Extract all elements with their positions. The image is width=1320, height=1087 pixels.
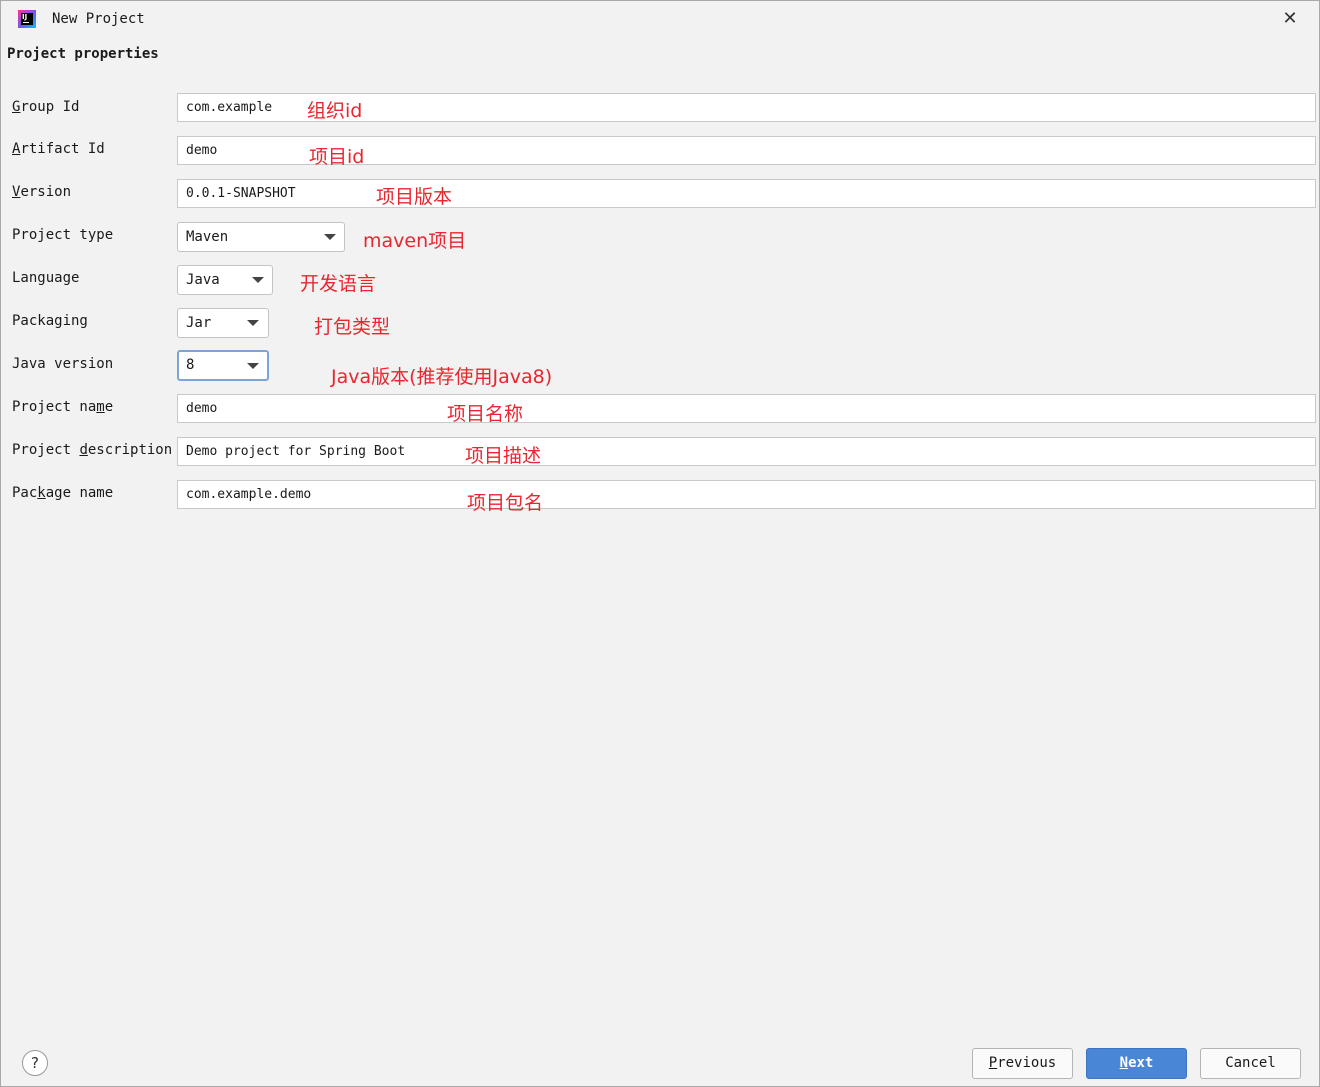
group-id-label: Group Id: [12, 99, 80, 115]
packaging-label: Packaging: [12, 313, 88, 329]
java-version-annotation: Java版本(推荐使用Java8): [331, 366, 553, 388]
project-type-annotation: maven项目: [363, 230, 467, 252]
version-annotation: 项目版本: [376, 186, 453, 208]
package-name-annotation: 项目包名: [467, 492, 544, 514]
next-button[interactable]: Next: [1086, 1048, 1187, 1079]
language-annotation: 开发语言: [300, 273, 377, 295]
project-description-field[interactable]: Demo project for Spring Boot: [177, 437, 1316, 466]
project-name-label: Project name: [12, 399, 114, 415]
group-id-annotation: 组织id: [307, 100, 363, 122]
window-title: New Project: [52, 11, 145, 27]
project-name-annotation: 项目名称: [447, 403, 524, 425]
intellij-idea-icon: IJ: [18, 10, 36, 28]
packaging-annotation: 打包类型: [314, 316, 391, 338]
new-project-dialog: IJ New Project ✕ Project properties Grou…: [0, 0, 1320, 1087]
version-field[interactable]: 0.0.1-SNAPSHOT: [177, 179, 1316, 208]
project-type-value: Maven: [186, 229, 229, 245]
package-name-field[interactable]: com.example.demo: [177, 480, 1316, 509]
packaging-value: Jar: [186, 315, 212, 331]
chevron-down-icon: [247, 363, 259, 369]
chevron-down-icon: [324, 234, 336, 240]
section-title: Project properties: [7, 46, 159, 62]
artifact-id-label: Artifact Id: [12, 141, 105, 157]
project-description-label: Project description: [12, 442, 173, 458]
java-version-select[interactable]: 8: [177, 350, 269, 381]
artifact-id-annotation: 项目id: [309, 146, 365, 168]
version-label: Version: [12, 184, 72, 200]
chevron-down-icon: [252, 277, 264, 283]
chevron-down-icon: [247, 320, 259, 326]
cancel-button[interactable]: Cancel: [1200, 1048, 1301, 1079]
language-select[interactable]: Java: [177, 265, 273, 295]
packaging-select[interactable]: Jar: [177, 308, 269, 338]
help-icon[interactable]: ?: [22, 1050, 48, 1076]
package-name-label: Package name: [12, 485, 114, 501]
project-description-annotation: 项目描述: [465, 445, 542, 467]
project-type-select[interactable]: Maven: [177, 222, 345, 252]
close-icon[interactable]: ✕: [1277, 7, 1303, 31]
language-label: Language: [12, 270, 80, 286]
project-name-field[interactable]: demo: [177, 394, 1316, 423]
project-type-label: Project type: [12, 227, 114, 243]
title-bar: IJ New Project ✕: [1, 1, 1319, 37]
language-value: Java: [186, 272, 220, 288]
java-version-value: 8: [186, 357, 195, 373]
previous-button[interactable]: Previous: [972, 1048, 1073, 1079]
java-version-label: Java version: [12, 356, 114, 372]
